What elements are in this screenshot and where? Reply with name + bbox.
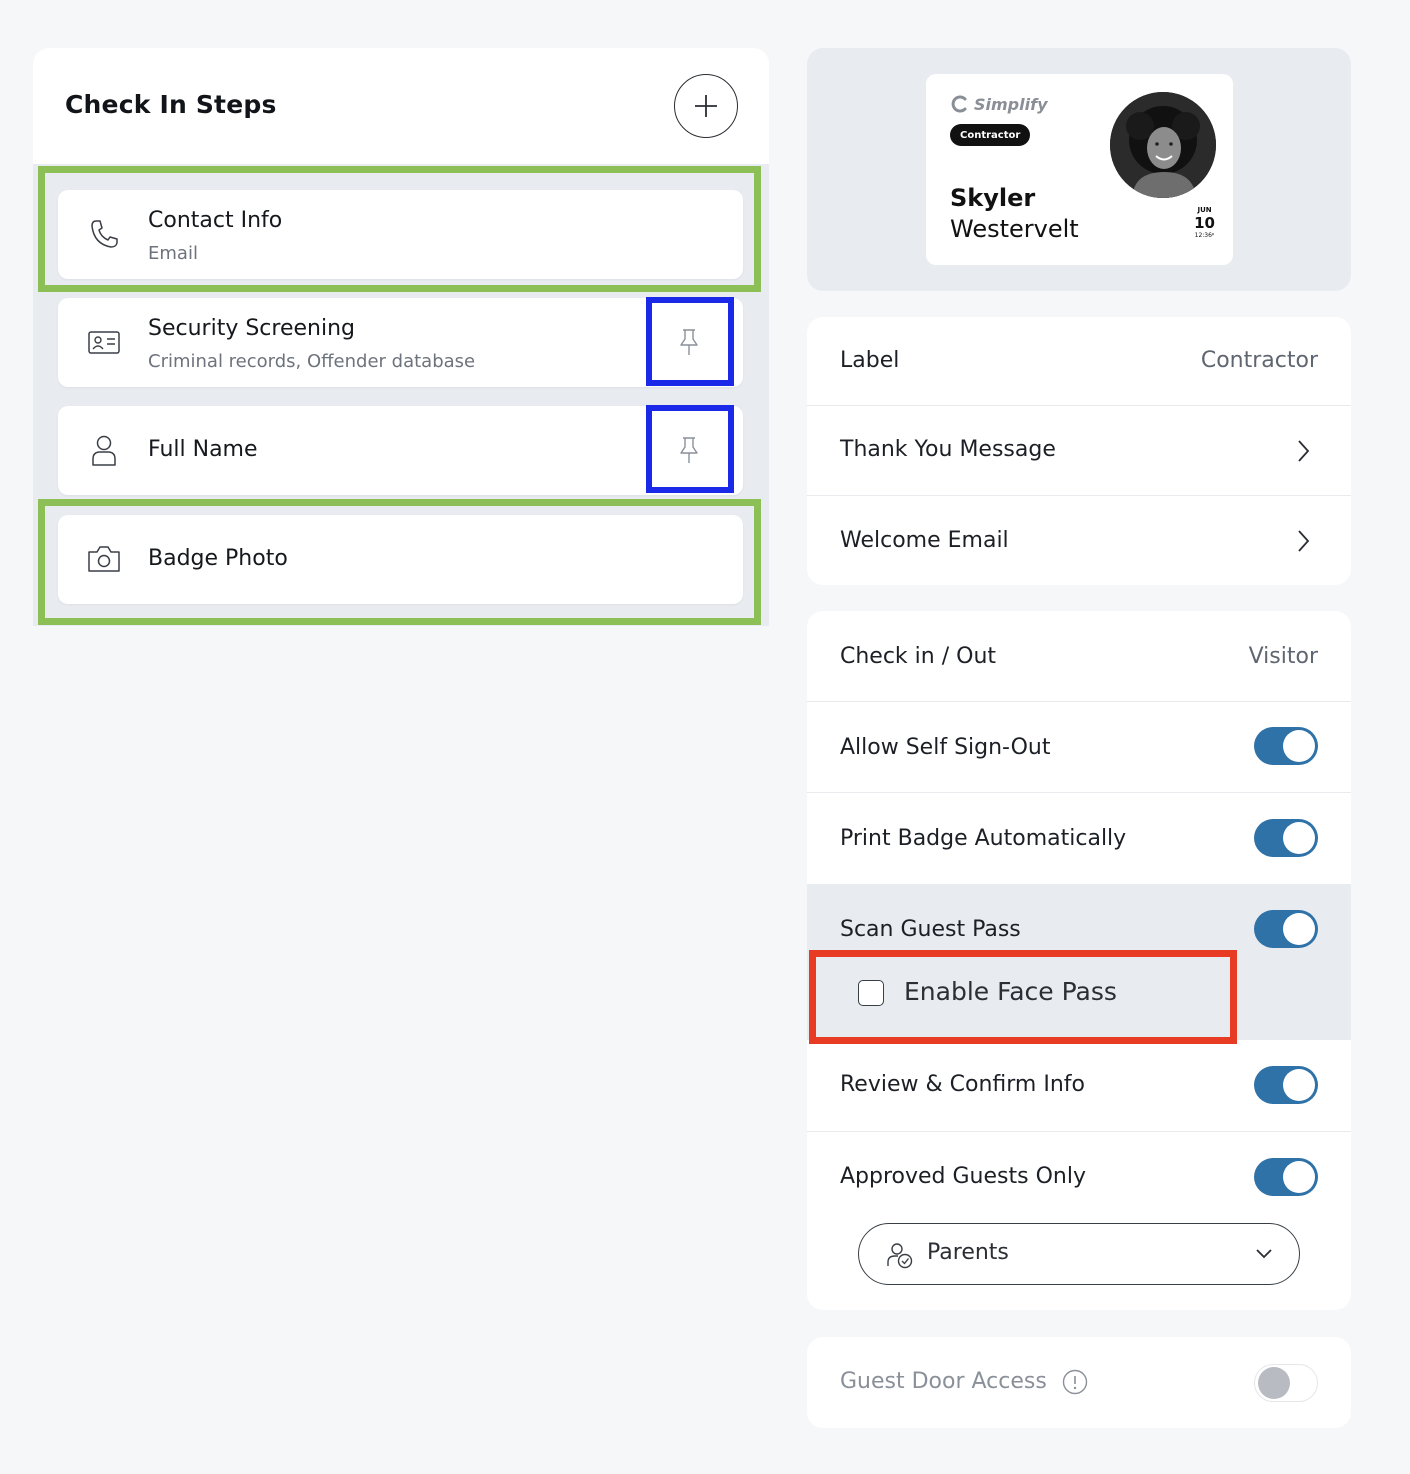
- guest-door-access-row: Guest Door Access: [807, 1337, 1351, 1428]
- badge-time: 12:36ᵖ: [1194, 232, 1215, 239]
- badge-avatar: [1110, 92, 1216, 198]
- person-icon: [92, 435, 116, 466]
- badge-first-name: Skyler: [950, 184, 1036, 212]
- guest-door-access-toggle[interactable]: [1254, 1364, 1318, 1402]
- badge-month: JUN: [1197, 206, 1212, 214]
- step-title: Security Screening: [148, 316, 355, 341]
- step-security-screening[interactable]: Security Screening Criminal records, Off…: [58, 298, 743, 387]
- welcome-email-row[interactable]: Welcome Email: [807, 496, 1351, 585]
- badge-preview-area: Simplify Contractor Skyler Westervelt JU…: [807, 48, 1351, 291]
- pin-icon: [680, 329, 698, 355]
- badge-logo-text: Simplify: [974, 94, 1048, 114]
- toggle-knob: [1283, 822, 1315, 854]
- avatar-illustration: [1110, 92, 1216, 198]
- chevron-down-icon: [1256, 1249, 1272, 1259]
- enable-face-pass-label: Enable Face Pass: [904, 977, 1117, 1006]
- badge-type-pill: Contractor: [950, 124, 1031, 146]
- row-label: Label: [840, 348, 900, 373]
- badge-last-name: Westervelt: [950, 215, 1079, 243]
- allow-self-signout-toggle[interactable]: [1254, 727, 1318, 765]
- print-badge-row: Print Badge Automatically: [807, 793, 1351, 884]
- step-contact-info[interactable]: Contact Info Email: [58, 190, 743, 279]
- row-label: Print Badge Automatically: [840, 826, 1127, 851]
- plus-icon: [695, 95, 717, 117]
- scan-guest-pass-row: Scan Guest Pass Enable Face Pass: [807, 884, 1351, 1040]
- step-title: Full Name: [148, 437, 258, 462]
- row-label: Scan Guest Pass: [840, 917, 1021, 942]
- check-in-settings-card: Check in / Out Visitor Allow Self Sign-O…: [807, 611, 1351, 1310]
- step-subtitle: Email: [148, 243, 198, 264]
- pin-button[interactable]: [669, 430, 709, 470]
- info-icon[interactable]: [1062, 1369, 1088, 1395]
- toggle-knob: [1258, 1367, 1290, 1399]
- phone-icon: [91, 220, 118, 248]
- step-subtitle: Criminal records, Offender database: [148, 351, 476, 372]
- check-in-out-value: Visitor: [1248, 644, 1318, 669]
- check-in-steps-panel: Check In Steps Contact Info Email Securi…: [33, 48, 769, 626]
- toggle-knob: [1283, 730, 1315, 762]
- row-label: Guest Door Access: [840, 1369, 1047, 1394]
- row-label: Review & Confirm Info: [840, 1072, 1085, 1097]
- badge-day: 10: [1194, 214, 1215, 232]
- camera-icon: [88, 546, 120, 572]
- pin-icon: [680, 437, 698, 463]
- row-label: Allow Self Sign-Out: [840, 735, 1051, 760]
- toggle-knob: [1283, 1161, 1315, 1193]
- check-in-out-row[interactable]: Check in / Out Visitor: [807, 611, 1351, 702]
- print-badge-toggle[interactable]: [1254, 819, 1318, 857]
- row-label-wrapper: Guest Door Access: [840, 1369, 1088, 1395]
- thank-you-message-row[interactable]: Thank You Message: [807, 406, 1351, 496]
- scan-guest-pass-toggle[interactable]: [1254, 910, 1318, 948]
- steps-header: Check In Steps: [33, 48, 769, 164]
- label-value: Contractor: [1200, 348, 1318, 373]
- badge-card: Simplify Contractor Skyler Westervelt JU…: [926, 74, 1233, 265]
- approved-guests-toggle[interactable]: [1254, 1158, 1318, 1196]
- step-badge-photo[interactable]: Badge Photo: [58, 515, 743, 604]
- badge-logo: Simplify: [950, 94, 1048, 114]
- add-step-button[interactable]: [674, 74, 738, 138]
- door-access-card: Guest Door Access: [807, 1337, 1351, 1428]
- user-check-icon: [887, 1243, 913, 1269]
- id-card-icon: [88, 331, 120, 354]
- steps-list: Contact Info Email Security Screening Cr…: [33, 164, 769, 626]
- chevron-right-icon: [1298, 530, 1310, 552]
- allow-self-signout-row: Allow Self Sign-Out: [807, 702, 1351, 793]
- step-title: Contact Info: [148, 208, 283, 233]
- simplify-logo-icon: [951, 95, 967, 113]
- toggle-knob: [1283, 1069, 1315, 1101]
- row-label: Thank You Message: [840, 437, 1056, 462]
- row-label: Approved Guests Only: [840, 1164, 1086, 1189]
- enable-face-pass-checkbox[interactable]: [858, 980, 884, 1006]
- label-row[interactable]: Label Contractor: [807, 317, 1351, 406]
- row-label: Welcome Email: [840, 528, 1009, 553]
- dropdown-selected-value: Parents: [927, 1240, 1009, 1265]
- panel-title: Check In Steps: [65, 90, 277, 119]
- review-confirm-toggle[interactable]: [1254, 1066, 1318, 1104]
- review-confirm-row: Review & Confirm Info: [807, 1040, 1351, 1132]
- step-full-name[interactable]: Full Name: [58, 406, 743, 495]
- badge-date: JUN 10 12:36ᵖ: [1194, 206, 1215, 239]
- toggle-knob: [1283, 913, 1315, 945]
- row-label: Check in / Out: [840, 644, 997, 669]
- badge-settings-card: Label Contractor Thank You Message Welco…: [807, 317, 1351, 585]
- step-title: Badge Photo: [148, 546, 288, 571]
- pin-button[interactable]: [669, 322, 709, 362]
- chevron-right-icon: [1298, 440, 1310, 462]
- guest-group-dropdown[interactable]: Parents: [858, 1223, 1300, 1285]
